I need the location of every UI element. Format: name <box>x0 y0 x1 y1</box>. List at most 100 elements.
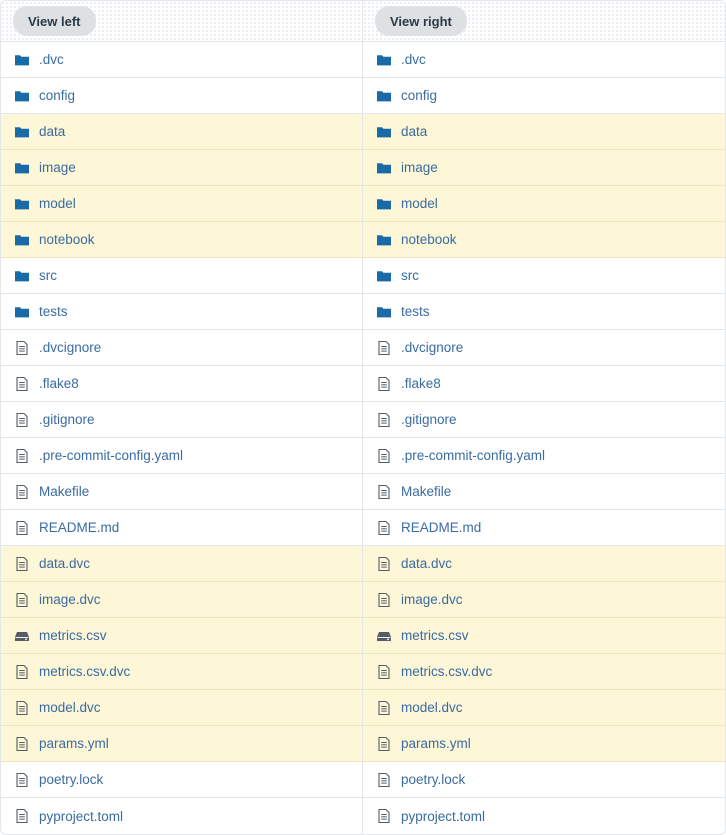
right-file-name-link[interactable]: data.dvc <box>401 556 452 571</box>
storage-icon <box>376 628 392 644</box>
right-file-row[interactable]: .dvcignore <box>363 330 725 366</box>
left-file-name-link[interactable]: tests <box>39 304 68 319</box>
right-file-name-link[interactable]: metrics.csv <box>401 628 469 643</box>
left-file-row[interactable]: model <box>1 186 362 222</box>
right-file-row[interactable]: .dvc <box>363 42 725 78</box>
left-header: View left <box>1 1 362 42</box>
left-file-row[interactable]: src <box>1 258 362 294</box>
right-file-name-link[interactable]: config <box>401 88 437 103</box>
right-file-name-link[interactable]: .flake8 <box>401 376 441 391</box>
left-file-row[interactable]: config <box>1 78 362 114</box>
left-file-row[interactable]: .pre-commit-config.yaml <box>1 438 362 474</box>
left-file-name-link[interactable]: .gitignore <box>39 412 95 427</box>
left-file-name-link[interactable]: notebook <box>39 232 95 247</box>
right-file-name-link[interactable]: poetry.lock <box>401 772 465 787</box>
left-file-row[interactable]: image <box>1 150 362 186</box>
left-file-row[interactable]: .dvc <box>1 42 362 78</box>
right-file-name-link[interactable]: metrics.csv.dvc <box>401 664 492 679</box>
left-file-row[interactable]: pyproject.toml <box>1 798 362 834</box>
right-file-name-link[interactable]: params.yml <box>401 736 471 751</box>
left-file-row[interactable]: poetry.lock <box>1 762 362 798</box>
right-file-row[interactable]: tests <box>363 294 725 330</box>
right-file-name-link[interactable]: data <box>401 124 427 139</box>
left-file-row[interactable]: .gitignore <box>1 402 362 438</box>
left-file-row[interactable]: Makefile <box>1 474 362 510</box>
left-file-row[interactable]: .dvcignore <box>1 330 362 366</box>
file-icon <box>376 340 392 356</box>
left-file-name-link[interactable]: README.md <box>39 520 119 535</box>
left-file-name-link[interactable]: data <box>39 124 65 139</box>
left-file-row[interactable]: data <box>1 114 362 150</box>
left-file-name-link[interactable]: .pre-commit-config.yaml <box>39 448 183 463</box>
left-file-name-link[interactable]: .dvc <box>39 52 64 67</box>
right-file-row[interactable]: data.dvc <box>363 546 725 582</box>
right-file-name-link[interactable]: Makefile <box>401 484 451 499</box>
right-file-name-link[interactable]: pyproject.toml <box>401 809 485 824</box>
left-file-row[interactable]: data.dvc <box>1 546 362 582</box>
right-file-row[interactable]: poetry.lock <box>363 762 725 798</box>
right-file-row[interactable]: model <box>363 186 725 222</box>
folder-icon <box>376 160 392 176</box>
left-file-name-link[interactable]: image <box>39 160 76 175</box>
right-file-row[interactable]: pyproject.toml <box>363 798 725 834</box>
right-file-name-link[interactable]: model <box>401 196 438 211</box>
right-file-row[interactable]: data <box>363 114 725 150</box>
right-file-row[interactable]: .pre-commit-config.yaml <box>363 438 725 474</box>
right-file-row[interactable]: metrics.csv.dvc <box>363 654 725 690</box>
view-right-button[interactable]: View right <box>375 6 467 36</box>
right-file-row[interactable]: image <box>363 150 725 186</box>
right-file-row[interactable]: image.dvc <box>363 582 725 618</box>
right-file-row[interactable]: config <box>363 78 725 114</box>
left-file-name-link[interactable]: params.yml <box>39 736 109 751</box>
right-file-row[interactable]: .gitignore <box>363 402 725 438</box>
left-file-row[interactable]: README.md <box>1 510 362 546</box>
right-file-row[interactable]: README.md <box>363 510 725 546</box>
right-file-name-link[interactable]: tests <box>401 304 430 319</box>
right-file-row[interactable]: notebook <box>363 222 725 258</box>
right-file-name-link[interactable]: model.dvc <box>401 700 463 715</box>
left-file-name-link[interactable]: .flake8 <box>39 376 79 391</box>
file-icon <box>376 736 392 752</box>
right-file-name-link[interactable]: image <box>401 160 438 175</box>
left-file-name-link[interactable]: src <box>39 268 57 283</box>
right-file-row[interactable]: src <box>363 258 725 294</box>
left-column: View left .dvc config data image model notebo… <box>1 1 363 834</box>
right-file-row[interactable]: metrics.csv <box>363 618 725 654</box>
file-icon <box>376 412 392 428</box>
folder-icon <box>376 268 392 284</box>
right-file-row[interactable]: model.dvc <box>363 690 725 726</box>
left-file-name-link[interactable]: model <box>39 196 76 211</box>
left-file-name-link[interactable]: pyproject.toml <box>39 809 123 824</box>
right-file-name-link[interactable]: .dvc <box>401 52 426 67</box>
left-file-name-link[interactable]: config <box>39 88 75 103</box>
file-icon <box>14 700 30 716</box>
file-icon <box>14 484 30 500</box>
left-file-name-link[interactable]: image.dvc <box>39 592 101 607</box>
left-file-row[interactable]: notebook <box>1 222 362 258</box>
view-left-button[interactable]: View left <box>13 6 96 36</box>
left-file-row[interactable]: image.dvc <box>1 582 362 618</box>
right-file-name-link[interactable]: image.dvc <box>401 592 463 607</box>
right-file-name-link[interactable]: src <box>401 268 419 283</box>
right-file-row[interactable]: Makefile <box>363 474 725 510</box>
left-file-row[interactable]: model.dvc <box>1 690 362 726</box>
left-file-row[interactable]: tests <box>1 294 362 330</box>
left-file-name-link[interactable]: Makefile <box>39 484 89 499</box>
right-file-name-link[interactable]: README.md <box>401 520 481 535</box>
left-file-row[interactable]: metrics.csv <box>1 618 362 654</box>
left-file-name-link[interactable]: .dvcignore <box>39 340 101 355</box>
right-file-name-link[interactable]: .gitignore <box>401 412 457 427</box>
left-file-name-link[interactable]: metrics.csv <box>39 628 107 643</box>
left-file-name-link[interactable]: data.dvc <box>39 556 90 571</box>
left-file-row[interactable]: metrics.csv.dvc <box>1 654 362 690</box>
left-file-name-link[interactable]: metrics.csv.dvc <box>39 664 130 679</box>
left-file-name-link[interactable]: poetry.lock <box>39 772 103 787</box>
left-file-row[interactable]: params.yml <box>1 726 362 762</box>
right-file-name-link[interactable]: .dvcignore <box>401 340 463 355</box>
left-file-row[interactable]: .flake8 <box>1 366 362 402</box>
right-file-row[interactable]: params.yml <box>363 726 725 762</box>
right-file-row[interactable]: .flake8 <box>363 366 725 402</box>
right-file-name-link[interactable]: notebook <box>401 232 457 247</box>
right-file-name-link[interactable]: .pre-commit-config.yaml <box>401 448 545 463</box>
left-file-name-link[interactable]: model.dvc <box>39 700 101 715</box>
